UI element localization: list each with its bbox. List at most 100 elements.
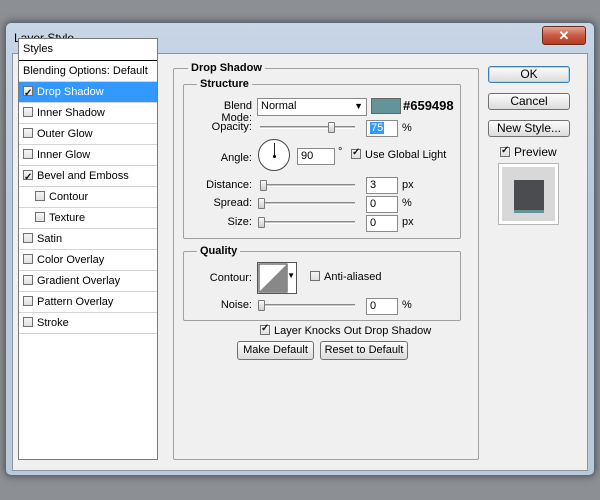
styles-item-label: Color Overlay xyxy=(37,254,105,266)
size-slider[interactable] xyxy=(260,221,355,224)
anti-aliased-checkbox[interactable]: Anti-aliased xyxy=(310,271,381,283)
opacity-slider[interactable] xyxy=(260,126,355,129)
spread-unit: % xyxy=(402,197,412,209)
noise-slider[interactable] xyxy=(260,304,355,307)
checkbox-icon[interactable] xyxy=(23,128,33,138)
checkbox-icon[interactable] xyxy=(23,168,33,188)
size-input[interactable]: 0 xyxy=(366,215,398,232)
preview-checkbox[interactable]: Preview xyxy=(500,145,557,159)
opacity-percent: % xyxy=(402,122,412,134)
checkbox-icon[interactable] xyxy=(23,233,33,243)
size-unit: px xyxy=(402,216,414,228)
styles-item-label: Inner Glow xyxy=(37,149,91,161)
styles-item-texture[interactable]: Texture xyxy=(19,208,157,229)
styles-item-label: Outer Glow xyxy=(37,128,93,140)
styles-item-label: Inner Shadow xyxy=(37,107,105,119)
angle-degree-symbol: ° xyxy=(338,146,343,158)
distance-slider-thumb[interactable] xyxy=(260,180,267,191)
spread-slider[interactable] xyxy=(260,202,355,205)
checkbox-icon[interactable] xyxy=(23,296,33,306)
use-global-light-checkbox[interactable]: Use Global Light xyxy=(351,147,446,161)
styles-item-label: Contour xyxy=(49,191,89,203)
distance-input[interactable]: 3 xyxy=(366,177,398,194)
anti-aliased-label: Anti-aliased xyxy=(324,271,382,283)
checkbox-icon[interactable] xyxy=(23,84,33,104)
styles-item-color-overlay[interactable]: Color Overlay xyxy=(19,250,157,271)
checkbox-icon[interactable] xyxy=(35,191,45,201)
angle-dial[interactable] xyxy=(258,139,290,171)
layer-knocks-out-check-icon xyxy=(260,323,270,335)
anti-aliased-check-icon xyxy=(310,271,320,281)
drop-shadow-title: Drop Shadow xyxy=(188,62,265,74)
chevron-down-icon: ▼ xyxy=(354,101,363,111)
styles-item-label: Bevel and Emboss xyxy=(37,170,129,182)
styles-item-outer-glow[interactable]: Outer Glow xyxy=(19,124,157,145)
preview-check-icon xyxy=(500,145,510,157)
styles-item-inner-glow[interactable]: Inner Glow xyxy=(19,145,157,166)
contour-preview-icon xyxy=(258,263,288,293)
make-default-button[interactable]: Make Default xyxy=(237,341,314,360)
layer-knocks-out-label: Layer Knocks Out Drop Shadow xyxy=(274,325,432,337)
checkbox-icon[interactable] xyxy=(35,212,45,222)
reset-to-default-button[interactable]: Reset to Default xyxy=(320,341,408,360)
noise-input[interactable]: 0 xyxy=(366,298,398,315)
noise-unit: % xyxy=(402,299,412,311)
styles-list: Styles Blending Options: Default Drop Sh… xyxy=(18,38,158,460)
preview-box xyxy=(498,163,559,225)
opacity-slider-thumb[interactable] xyxy=(328,122,336,133)
layer-knocks-out-checkbox[interactable]: Layer Knocks Out Drop Shadow xyxy=(260,323,432,337)
size-slider-thumb[interactable] xyxy=(258,217,265,228)
contour-picker[interactable]: ▼ xyxy=(257,262,297,294)
distance-label: Distance: xyxy=(206,179,252,191)
close-icon: ✕ xyxy=(558,28,570,43)
styles-item-stroke[interactable]: Stroke xyxy=(19,313,157,334)
styles-item-label: Texture xyxy=(49,212,86,224)
checkbox-icon[interactable] xyxy=(23,149,33,159)
spread-input[interactable]: 0 xyxy=(366,196,398,213)
noise-label: Noise: xyxy=(220,299,252,311)
styles-item-pattern-overlay[interactable]: Pattern Overlay xyxy=(19,292,157,313)
use-global-light-check-icon xyxy=(351,147,361,159)
styles-item-bevel-and-emboss[interactable]: Bevel and Emboss xyxy=(19,166,157,188)
size-label: Size: xyxy=(227,216,252,228)
styles-item-label: Gradient Overlay xyxy=(37,275,121,287)
distance-value: 3 xyxy=(370,179,377,191)
quality-title: Quality xyxy=(197,245,241,257)
preview-tile xyxy=(514,180,544,210)
opacity-input[interactable]: 75 xyxy=(366,120,398,137)
spread-value: 0 xyxy=(370,198,377,210)
checkbox-icon[interactable] xyxy=(23,275,33,285)
blend-mode-value: Normal xyxy=(261,100,297,112)
styles-item-label: Drop Shadow xyxy=(37,86,104,98)
checkbox-icon[interactable] xyxy=(23,107,33,117)
angle-label: Angle: xyxy=(220,152,252,164)
styles-item-drop-shadow[interactable]: Drop Shadow xyxy=(19,82,157,104)
shadow-color-swatch[interactable] xyxy=(371,98,401,114)
distance-slider[interactable] xyxy=(260,184,355,187)
ok-button[interactable]: OK xyxy=(488,66,570,83)
contour-dropdown-arrow-icon: ▼ xyxy=(287,271,295,280)
spread-slider-thumb[interactable] xyxy=(258,198,265,209)
blend-mode-select[interactable]: Normal ▼ xyxy=(257,98,367,116)
noise-slider-thumb[interactable] xyxy=(258,300,265,311)
noise-value: 0 xyxy=(370,300,377,312)
cancel-button[interactable]: Cancel xyxy=(488,93,570,110)
styles-item-contour[interactable]: Contour xyxy=(19,187,157,208)
preview-label: Preview xyxy=(514,145,557,159)
distance-unit: px xyxy=(402,179,414,191)
spread-label: Spread: xyxy=(213,197,252,209)
styles-item-gradient-overlay[interactable]: Gradient Overlay xyxy=(19,271,157,292)
close-button[interactable]: ✕ xyxy=(542,26,586,45)
structure-title: Structure xyxy=(197,78,252,90)
styles-item-inner-shadow[interactable]: Inner Shadow xyxy=(19,103,157,124)
new-style-button[interactable]: New Style... xyxy=(488,120,570,137)
styles-item-satin[interactable]: Satin xyxy=(19,229,157,250)
size-value: 0 xyxy=(370,217,377,229)
blending-options-item[interactable]: Blending Options: Default xyxy=(19,61,157,82)
checkbox-icon[interactable] xyxy=(23,317,33,327)
shadow-color-hex: #659498 xyxy=(403,98,454,113)
angle-input[interactable]: 90 xyxy=(297,148,335,165)
checkbox-icon[interactable] xyxy=(23,254,33,264)
styles-header[interactable]: Styles xyxy=(19,39,157,61)
opacity-value: 75 xyxy=(370,122,385,134)
